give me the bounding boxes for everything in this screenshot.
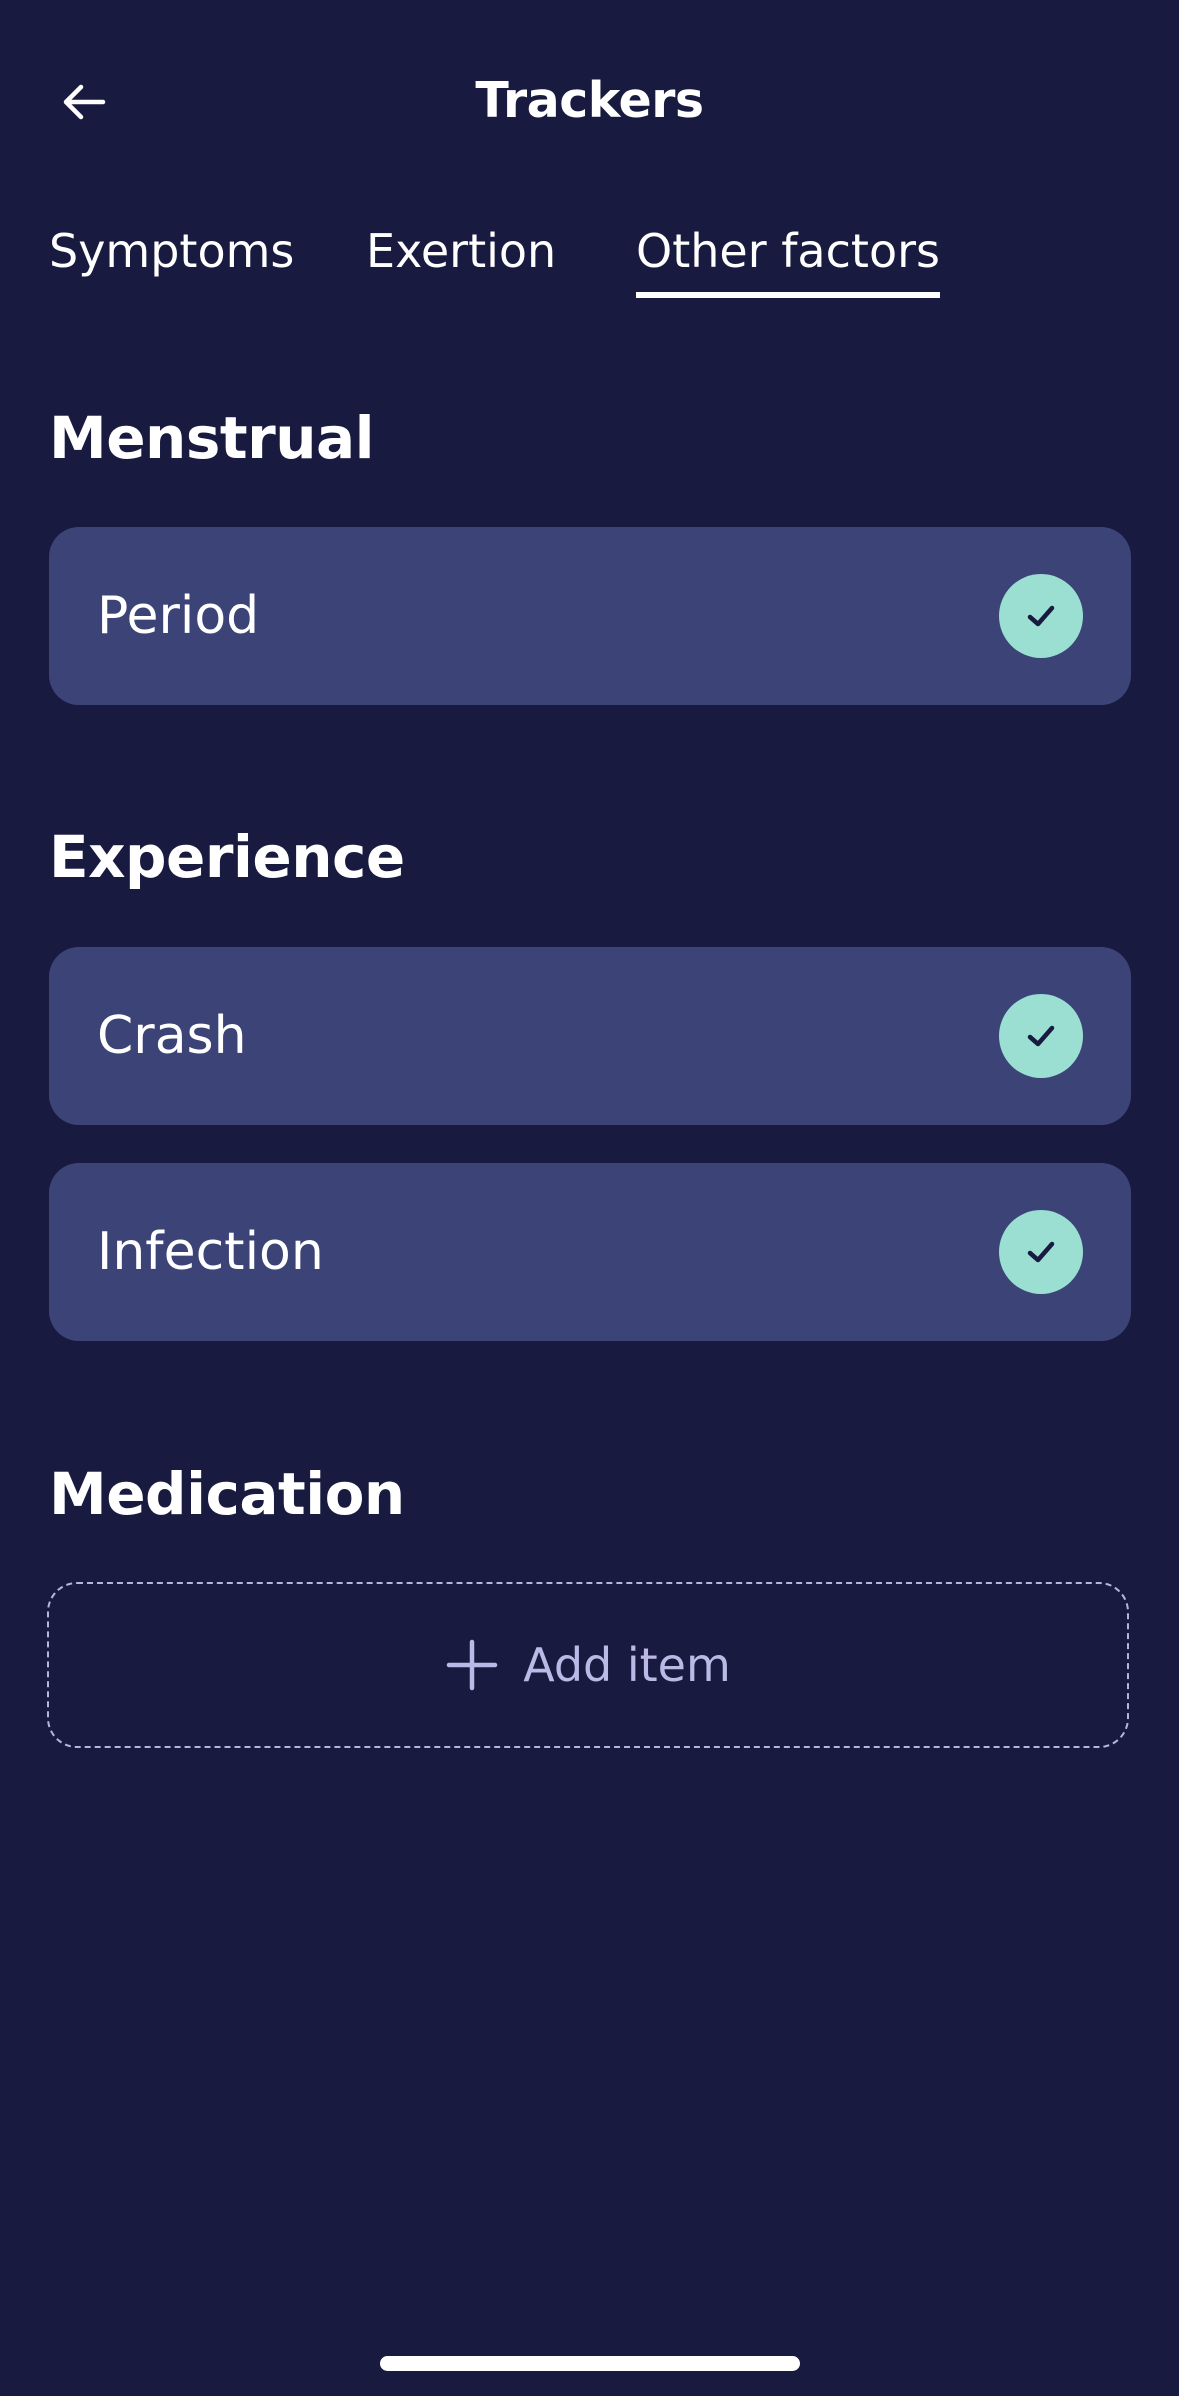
checkmark-icon[interactable]: [999, 574, 1083, 658]
checkmark-icon[interactable]: [999, 994, 1083, 1078]
tracker-item-crash[interactable]: Crash: [49, 947, 1131, 1125]
tracker-item-infection[interactable]: Infection: [49, 1163, 1131, 1341]
tracker-item-label: Infection: [97, 1222, 324, 1282]
tab-symptoms[interactable]: Symptoms: [49, 224, 294, 278]
tab-exertion[interactable]: Exertion: [366, 224, 556, 278]
checkmark-icon[interactable]: [999, 1210, 1083, 1294]
section-title-experience: Experience: [49, 823, 405, 891]
top-bar: Trackers: [0, 0, 1179, 200]
tab-other-factors[interactable]: Other factors: [636, 224, 940, 298]
section-title-medication: Medication: [49, 1460, 405, 1528]
tracker-item-label: Period: [97, 586, 260, 646]
home-indicator: [380, 2356, 800, 2371]
tracker-item-label: Crash: [97, 1006, 247, 1066]
plus-icon: [446, 1639, 498, 1691]
add-item-label: Add item: [523, 1638, 731, 1692]
page-title: Trackers: [475, 72, 704, 129]
add-item-button[interactable]: Add item: [47, 1582, 1129, 1748]
section-title-menstrual: Menstrual: [49, 404, 375, 472]
tracker-item-period[interactable]: Period: [49, 527, 1131, 705]
